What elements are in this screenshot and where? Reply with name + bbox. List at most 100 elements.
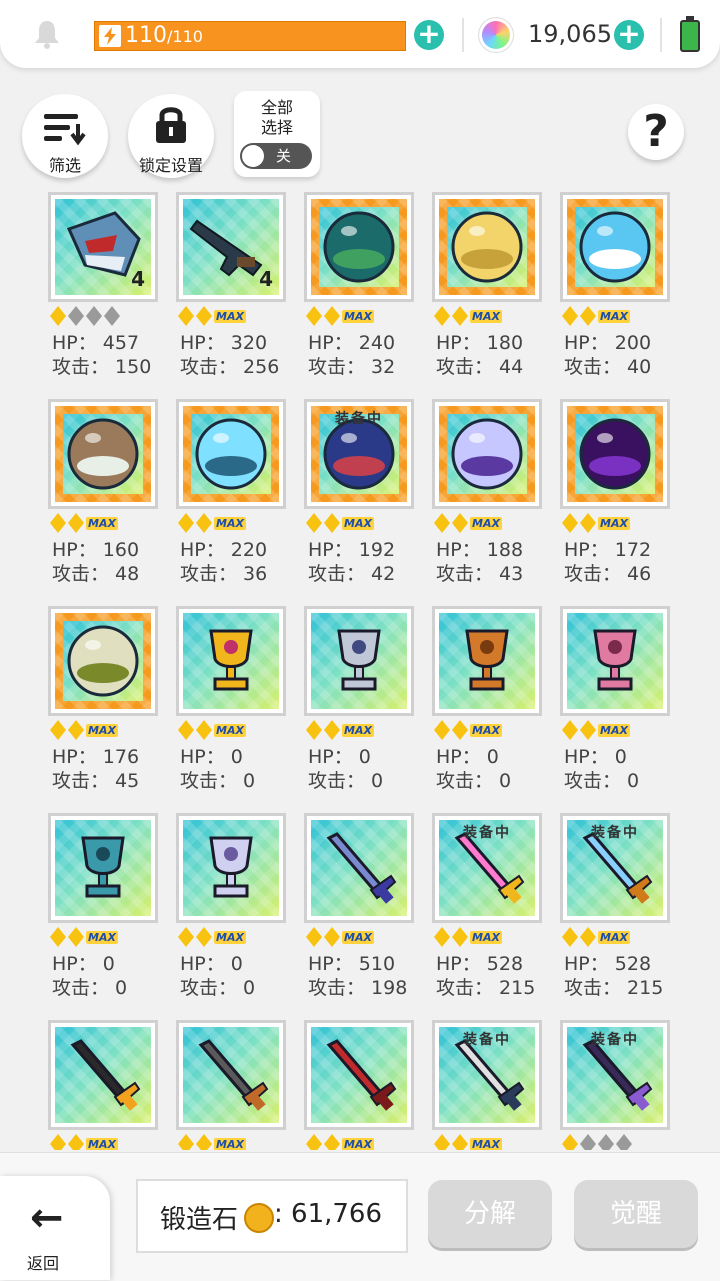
- select-all-text: 全部选择: [260, 98, 293, 137]
- equipment-item[interactable]: 装备中 MAX HP： 528 攻击： 215: [560, 813, 672, 1013]
- question-icon: ?: [643, 106, 669, 157]
- item-frame: 装备中: [432, 813, 542, 923]
- item-tile: [55, 613, 151, 709]
- max-badge: MAX: [470, 517, 502, 530]
- item-tile: [55, 820, 151, 916]
- energy-current: 110: [125, 23, 167, 48]
- item-tile: [439, 199, 535, 295]
- equipment-item[interactable]: MAX HP： 0 攻击： 0: [432, 606, 544, 806]
- item-frame: [48, 399, 158, 509]
- rarity-stars: MAX: [50, 927, 160, 949]
- item-tile: 装备中: [567, 1027, 663, 1123]
- item-frame: [304, 192, 414, 302]
- trophy-gold-icon: [209, 629, 253, 691]
- equipment-item[interactable]: MAX HP： 176 攻击： 45: [48, 606, 160, 806]
- equipment-item[interactable]: MAX HP： 220 攻击： 36: [176, 399, 288, 599]
- toggle-knob: [242, 145, 264, 167]
- lock-settings-button[interactable]: 锁定设置: [128, 94, 214, 178]
- equipment-item[interactable]: MAX HP： 172 攻击： 46: [560, 399, 672, 599]
- rarity-stars: MAX: [562, 513, 672, 535]
- equipment-item[interactable]: MAX: [304, 1020, 416, 1150]
- item-attack: 攻击： 43: [436, 563, 524, 585]
- star-icon: [306, 1134, 322, 1150]
- equipment-item[interactable]: MAX HP： 0 攻击： 0: [560, 606, 672, 806]
- rarity-stars: MAX: [178, 1134, 288, 1150]
- item-hp: HP： 188: [436, 539, 524, 561]
- help-button[interactable]: ?: [628, 104, 684, 160]
- star-icon: [178, 927, 194, 947]
- add-energy-button[interactable]: +: [414, 20, 444, 50]
- item-frame: [432, 399, 542, 509]
- equipment-item[interactable]: MAX: [176, 1020, 288, 1150]
- empty-star-icon: [68, 306, 84, 326]
- back-button[interactable]: ← 返回: [0, 1176, 110, 1280]
- equipment-item[interactable]: 4 MAX HP： 320 攻击： 256: [176, 192, 288, 392]
- equipment-item[interactable]: 装备中 MAX HP： 192 攻击： 42: [304, 399, 416, 599]
- star-icon: [68, 1134, 84, 1150]
- max-badge: MAX: [342, 517, 374, 530]
- equipment-item[interactable]: 装备中 MAX: [432, 1020, 544, 1150]
- orb-sea-icon: [323, 211, 395, 283]
- select-all-panel: 全部选择 关: [234, 91, 320, 177]
- item-hp: HP： 457: [52, 332, 140, 354]
- equipment-item[interactable]: 装备中: [560, 1020, 672, 1150]
- orb-desert-icon: [67, 625, 139, 697]
- filter-button[interactable]: 筛选: [22, 94, 108, 178]
- crossed-swords-icon: [198, 1039, 269, 1111]
- equipment-item[interactable]: MAX: [48, 1020, 160, 1150]
- equipment-item[interactable]: MAX HP： 160 攻击： 48: [48, 399, 160, 599]
- trophy-teal-icon: [81, 836, 125, 898]
- item-hp: HP： 0: [564, 746, 627, 768]
- equipment-item[interactable]: MAX HP： 510 攻击： 198: [304, 813, 416, 1013]
- equipment-item[interactable]: MAX HP： 0 攻击： 0: [176, 606, 288, 806]
- bell-icon[interactable]: [32, 18, 62, 50]
- max-badge: MAX: [214, 1138, 246, 1150]
- item-hp: HP： 192: [308, 539, 396, 561]
- trophy-pink-icon: [593, 629, 637, 691]
- equipment-item[interactable]: 4 HP： 457 攻击： 150: [48, 192, 160, 392]
- item-hp: HP： 180: [436, 332, 524, 354]
- item-frame: [560, 606, 670, 716]
- equipment-item[interactable]: MAX HP： 188 攻击： 43: [432, 399, 544, 599]
- item-attack: 攻击： 44: [436, 356, 524, 378]
- add-gems-button[interactable]: +: [614, 20, 644, 50]
- equipment-item[interactable]: 装备中 MAX HP： 528 攻击： 215: [432, 813, 544, 1013]
- star-icon: [324, 513, 340, 533]
- item-tile: [183, 1027, 279, 1123]
- item-frame: [176, 399, 286, 509]
- item-attack: 攻击： 0: [436, 770, 512, 792]
- max-badge: MAX: [470, 931, 502, 944]
- max-badge: MAX: [86, 517, 118, 530]
- equipment-item[interactable]: MAX HP： 240 攻击： 32: [304, 192, 416, 392]
- star-icon: [50, 927, 66, 947]
- awaken-button[interactable]: 觉醒: [574, 1180, 698, 1248]
- gem-icon: [479, 18, 513, 52]
- disassemble-button[interactable]: 分解: [428, 1180, 552, 1248]
- star-icon: [580, 513, 596, 533]
- energy-text: 110/110: [125, 23, 203, 50]
- equipment-item[interactable]: MAX HP： 0 攻击： 0: [304, 606, 416, 806]
- item-hp: HP： 0: [180, 953, 243, 975]
- item-frame: [48, 606, 158, 716]
- empty-star-icon: [598, 1134, 614, 1150]
- rarity-stars: MAX: [50, 720, 160, 742]
- item-attack: 攻击： 215: [436, 977, 536, 999]
- item-tile: [183, 613, 279, 709]
- item-hp: HP： 172: [564, 539, 652, 561]
- item-tile: [439, 406, 535, 502]
- equipment-item[interactable]: MAX HP： 0 攻击： 0: [176, 813, 288, 1013]
- star-icon: [452, 720, 468, 740]
- rarity-stars: MAX: [434, 720, 544, 742]
- star-icon: [196, 720, 212, 740]
- item-attack: 攻击： 0: [180, 770, 256, 792]
- star-icon: [580, 306, 596, 326]
- select-all-toggle[interactable]: 关: [240, 143, 312, 169]
- item-frame: [304, 606, 414, 716]
- equipment-item[interactable]: MAX HP： 180 攻击： 44: [432, 192, 544, 392]
- filter-label: 筛选: [48, 156, 81, 175]
- equipment-item[interactable]: MAX HP： 0 攻击： 0: [48, 813, 160, 1013]
- equipment-item[interactable]: MAX HP： 200 攻击： 40: [560, 192, 672, 392]
- item-hp: HP： 320: [180, 332, 268, 354]
- empty-star-icon: [86, 306, 102, 326]
- max-badge: MAX: [214, 517, 246, 530]
